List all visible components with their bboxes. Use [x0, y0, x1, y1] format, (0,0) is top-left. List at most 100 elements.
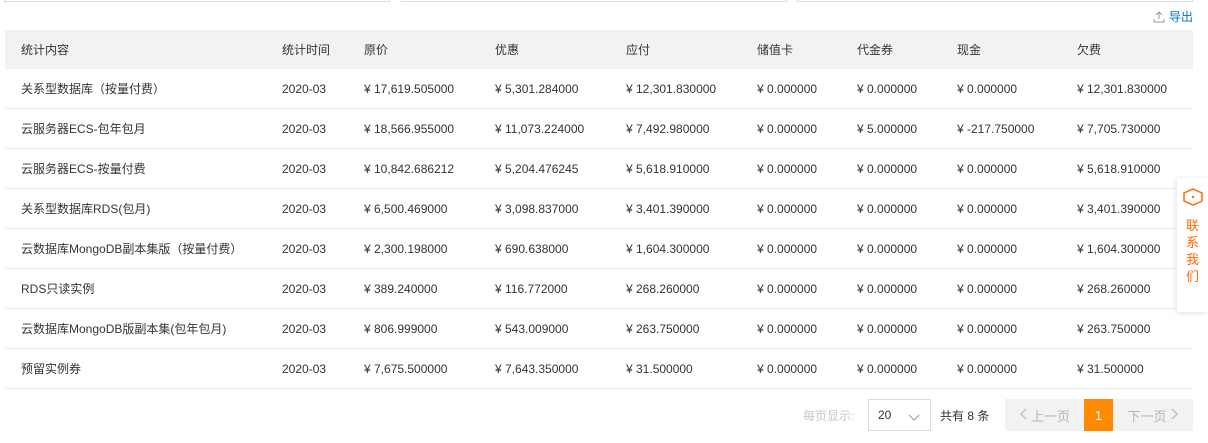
column-header: 储值卡 [757, 43, 794, 57]
table-cell: ¥ 7,492.980000 [626, 121, 710, 136]
table-cell: ¥ 268.260000 [1077, 281, 1151, 296]
table-cell: ¥ 0.000000 [957, 241, 1018, 256]
table-row: 关系型数据库（按量付费） 2020-03 ¥ 17,619.505000 ¥ 5,30… [5, 69, 1193, 109]
table-cell: ¥ 7,643.350000 [495, 361, 579, 376]
table-cell: ¥ 6,500.469000 [364, 201, 448, 216]
table-cell: ¥ 3,098.837000 [495, 201, 579, 216]
table-cell: ¥ 10,842.686212 [364, 161, 455, 176]
prev-page-label: 上一页 [1030, 408, 1070, 424]
table-cell: 关系型数据库RDS(包月) [21, 202, 151, 216]
export-icon [1153, 10, 1165, 23]
table-cell: ¥ 0.000000 [757, 361, 818, 376]
table-cell: ¥ 0.000000 [757, 281, 818, 296]
table-cell: ¥ 5.000000 [857, 121, 918, 136]
table-cell: ¥ 31.500000 [1077, 361, 1144, 376]
table-cell: ¥ 7,675.500000 [364, 361, 448, 376]
table-cell: ¥ 806.999000 [364, 321, 438, 336]
chevron-down-icon [908, 411, 920, 425]
table-row: 预留实例券 2020-03 ¥ 7,675.500000 ¥ 7,643.350000… [5, 349, 1193, 389]
table-cell: 2020-03 [282, 81, 327, 96]
billing-table: 统计内容 统计时间 原价 优惠 应付 储值卡 代金券 现金 欠费 关系型数据库（按量付费） 202… [5, 30, 1193, 389]
table-cell: ¥ 0.000000 [957, 81, 1018, 96]
table-cell: ¥ 0.000000 [757, 161, 818, 176]
table-cell: ¥ -217.750000 [957, 121, 1035, 136]
table-cell: 2020-03 [282, 321, 327, 336]
total-count: 共有 8 条 [940, 409, 990, 423]
column-header: 优惠 [495, 43, 520, 57]
table-cell: ¥ 543.009000 [495, 321, 569, 336]
table-header: 统计内容 统计时间 原价 优惠 应付 储值卡 代金券 现金 欠费 [5, 30, 1193, 69]
table-cell: 2020-03 [282, 121, 327, 136]
table-cell: 关系型数据库（按量付费） [21, 82, 166, 96]
table-cell: ¥ 5,618.910000 [1077, 161, 1161, 176]
table-cell: ¥ 263.750000 [1077, 321, 1151, 336]
column-header: 统计时间 [282, 43, 331, 57]
chat-icon [1182, 188, 1204, 209]
table-cell: ¥ 5,301.284000 [495, 81, 579, 96]
column-header: 代金券 [857, 43, 894, 57]
column-header: 统计内容 [21, 43, 70, 57]
table-cell: ¥ 18,566.955000 [364, 121, 455, 136]
table-cell: 云服务器ECS-按量付费 [21, 162, 146, 176]
table-cell: ¥ 0.000000 [757, 201, 818, 216]
table-cell: RDS只读实例 [21, 282, 95, 296]
current-page-button[interactable]: 1 [1084, 399, 1113, 431]
table-cell: ¥ 0.000000 [857, 81, 918, 96]
contact-us-button[interactable]: 联系我们 [1177, 178, 1208, 312]
table-cell: ¥ 31.500000 [626, 361, 693, 376]
table-cell: ¥ 263.750000 [626, 321, 700, 336]
table-cell: ¥ 0.000000 [857, 201, 918, 216]
table-cell: ¥ 0.000000 [957, 281, 1018, 296]
filter-input-2[interactable] [401, 0, 787, 2]
table-cell: ¥ 12,301.830000 [626, 81, 717, 96]
table-cell: 2020-03 [282, 201, 327, 216]
table-cell: ¥ 3,401.390000 [626, 201, 710, 216]
table-row: 云服务器ECS-包年包月 2020-03 ¥ 18,566.955000 ¥ 11,0… [5, 109, 1193, 149]
table-cell: ¥ 2,300.198000 [364, 241, 448, 256]
table-cell: ¥ 17,619.505000 [364, 81, 455, 96]
table-cell: ¥ 0.000000 [857, 281, 918, 296]
table-body: 关系型数据库（按量付费） 2020-03 ¥ 17,619.505000 ¥ 5,30… [5, 69, 1193, 389]
table-row: 云数据库MongoDB版副本集(包年包月) 2020-03 ¥ 806.999000… [5, 309, 1193, 349]
table-row: RDS只读实例 2020-03 ¥ 389.240000 ¥ 116.772000 ¥ … [5, 269, 1193, 309]
table-row: 关系型数据库RDS(包月) 2020-03 ¥ 6,500.469000 ¥ 3,09… [5, 189, 1193, 229]
table-cell: ¥ 0.000000 [857, 241, 918, 256]
table-cell: ¥ 1,604.300000 [626, 241, 710, 256]
table-cell: ¥ 12,301.830000 [1077, 81, 1168, 96]
table-cell: ¥ 5,618.910000 [626, 161, 710, 176]
page-size-label: 每页显示: [803, 409, 855, 423]
table-cell: ¥ 0.000000 [757, 321, 818, 336]
table-cell: ¥ 0.000000 [957, 361, 1018, 376]
filter-input-3[interactable] [797, 0, 1193, 2]
table-cell: ¥ 0.000000 [857, 321, 918, 336]
column-header: 应付 [626, 43, 651, 57]
table-cell: ¥ 690.638000 [495, 241, 569, 256]
table-row: 云数据库MongoDB副本集版（按量付费） 2020-03 ¥ 2,300.1980… [5, 229, 1193, 269]
chevron-left-icon [1019, 408, 1027, 423]
table-cell: ¥ 3,401.390000 [1077, 201, 1161, 216]
table-cell: ¥ 0.000000 [857, 361, 918, 376]
table-cell: ¥ 5,204.476245 [495, 161, 579, 176]
table-cell: 2020-03 [282, 161, 327, 176]
filter-input-1[interactable] [4, 0, 390, 2]
page-size-value: 20 [878, 408, 892, 422]
export-button[interactable]: 导出 [1153, 8, 1193, 25]
table-cell: ¥ 11,073.224000 [495, 121, 585, 136]
table-cell: ¥ 0.000000 [757, 241, 818, 256]
table-cell: ¥ 116.772000 [495, 281, 568, 296]
next-page-button[interactable]: 下一页 [1113, 399, 1193, 431]
table-cell: ¥ 1,604.300000 [1077, 241, 1161, 256]
table-cell: ¥ 0.000000 [857, 161, 918, 176]
table-cell: 云数据库MongoDB副本集版（按量付费） [21, 242, 243, 256]
table-cell: ¥ 0.000000 [957, 321, 1018, 336]
prev-page-button[interactable]: 上一页 [1005, 399, 1084, 431]
table-cell: 云服务器ECS-包年包月 [21, 122, 146, 136]
column-header: 原价 [364, 43, 389, 57]
column-header: 欠费 [1077, 43, 1102, 57]
export-label: 导出 [1168, 10, 1193, 24]
table-cell: ¥ 389.240000 [364, 281, 438, 296]
contact-us-label: 联系我们 [1185, 218, 1199, 284]
page-size-select[interactable]: 20 [868, 399, 931, 431]
table-cell: ¥ 0.000000 [957, 161, 1018, 176]
table-cell: ¥ 0.000000 [757, 121, 818, 136]
